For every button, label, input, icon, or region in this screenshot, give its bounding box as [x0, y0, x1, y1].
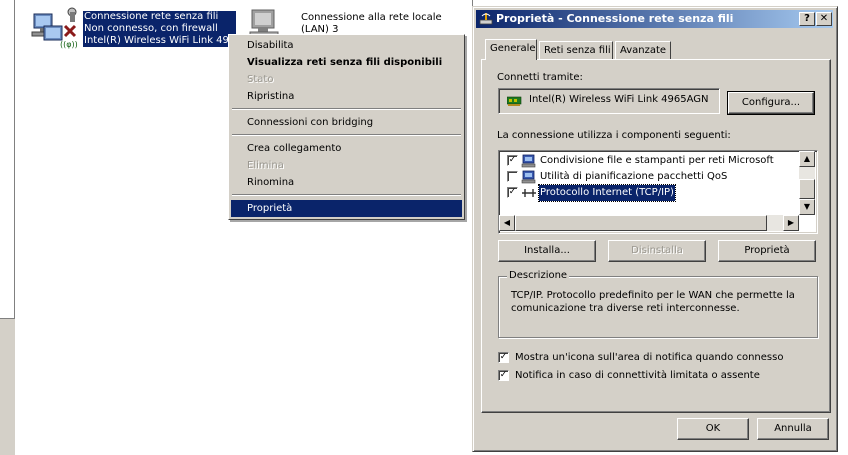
- help-button[interactable]: ?: [799, 12, 815, 26]
- components-label: La connessione utilizza i componenti seg…: [497, 130, 731, 141]
- tab-reti-senza-fili[interactable]: Reti senza fili: [539, 41, 613, 59]
- menu-item-ripristina[interactable]: Ripristina: [231, 88, 462, 105]
- tab-avanzate[interactable]: Avanzate: [615, 41, 671, 59]
- component-label: Protocollo Internet (TCP/IP): [538, 184, 676, 202]
- adapter-field: Intel(R) Wireless WiFi Link 4965AGN: [498, 88, 720, 114]
- dialog-titlebar[interactable]: Proprietà - Connessione rete senza fili …: [476, 10, 833, 28]
- menu-separator: [232, 134, 461, 136]
- description-group: Descrizione TCP/IP. Protocollo predefini…: [498, 270, 818, 338]
- close-icon: ✕: [819, 13, 829, 24]
- description-text: TCP/IP. Protocollo predefinito per le WA…: [511, 290, 795, 314]
- adapter-name: Intel(R) Wireless WiFi Link 4965AGN: [529, 94, 709, 105]
- network-card-icon: [506, 96, 523, 106]
- menu-separator: [232, 108, 461, 110]
- network-client-icon: [521, 154, 537, 168]
- scroll-left-arrow-icon[interactable]: ◀: [499, 215, 515, 231]
- wireless-network-icon[interactable]: ((φ)): [30, 6, 78, 50]
- dialog-title: Proprietà - Connessione rete senza fili: [496, 12, 734, 25]
- component-checkbox[interactable]: ✓: [507, 155, 518, 166]
- component-label: Utilità di pianificazione pacchetti QoS: [540, 171, 728, 182]
- notify-label: Notifica in caso di connettività limitat…: [515, 370, 760, 381]
- scroll-right-arrow-icon[interactable]: ▶: [783, 215, 799, 231]
- install-button[interactable]: Installa...: [498, 240, 596, 262]
- explorer-pane-border-bottom: [0, 318, 15, 319]
- component-properties-button[interactable]: Proprietà: [718, 240, 816, 262]
- vertical-scroll-thumb[interactable]: [799, 179, 815, 199]
- notify-checkbox[interactable]: ✓: [498, 370, 509, 381]
- show-icon-label: Mostra un'icona sull'area di notifica qu…: [515, 352, 784, 363]
- menu-item-stato: Stato: [247, 74, 274, 85]
- cancel-button[interactable]: Annulla: [757, 418, 829, 440]
- network-service-icon: [521, 170, 537, 184]
- wireless-connection-item[interactable]: Connessione rete senza fili Non connesso…: [83, 11, 237, 47]
- connect-using-label: Connetti tramite:: [497, 72, 583, 83]
- connection-status: Non connesso, con firewall: [84, 23, 218, 34]
- lan-connection-name: Connessione alla rete locale: [301, 12, 442, 23]
- components-list[interactable]: ✓ Condivisione file e stampanti per reti…: [498, 150, 818, 234]
- menu-item-view-wireless-networks[interactable]: Visualizza reti senza fili disponibili: [231, 54, 462, 71]
- network-protocol-icon: [521, 186, 537, 200]
- scroll-up-arrow-icon[interactable]: ▲: [799, 151, 815, 167]
- component-checkbox[interactable]: [507, 171, 518, 182]
- lan-connection-item[interactable]: Connessione alla rete locale (LAN) 3: [301, 12, 442, 36]
- explorer-pane-bottom: [0, 318, 15, 455]
- menu-item-bridging[interactable]: Connessioni con bridging: [231, 114, 462, 131]
- horizontal-scroll-thumb[interactable]: [515, 215, 767, 231]
- scroll-down-arrow-icon[interactable]: ▼: [799, 199, 815, 215]
- uninstall-button: Disinstalla: [608, 240, 706, 262]
- context-menu: Disabilita Visualizza reti senza fili di…: [228, 34, 465, 220]
- menu-separator: [232, 194, 461, 196]
- properties-dialog: Proprietà - Connessione rete senza fili …: [472, 6, 838, 452]
- menu-item-rinomina[interactable]: Rinomina: [231, 174, 462, 191]
- ok-button[interactable]: OK: [677, 418, 749, 440]
- show-icon-checkbox[interactable]: ✓: [498, 352, 509, 363]
- tab-generale[interactable]: Generale: [485, 39, 537, 60]
- close-button[interactable]: ✕: [816, 12, 832, 26]
- menu-item-crea-collegamento[interactable]: Crea collegamento: [231, 140, 462, 157]
- connection-device: Intel(R) Wireless WiFi Link 496: [84, 35, 236, 46]
- explorer-pane-border: [14, 0, 15, 320]
- connection-name: Connessione rete senza fili: [84, 11, 219, 22]
- menu-item-proprieta[interactable]: Proprietà: [231, 200, 462, 217]
- configure-button[interactable]: Configura...: [727, 91, 815, 115]
- tab-panel-generale: Connetti tramite: Intel(R) Wireless WiFi…: [481, 59, 831, 413]
- network-connection-icon: [479, 12, 493, 26]
- description-legend: Descrizione: [507, 270, 570, 281]
- component-label: Condivisione file e stampanti per reti M…: [540, 155, 774, 166]
- menu-item-elimina: Elimina: [247, 160, 284, 171]
- component-checkbox[interactable]: ✓: [507, 187, 518, 198]
- svg-text:((φ)): ((φ)): [60, 40, 78, 49]
- menu-item-disabilita[interactable]: Disabilita: [231, 37, 462, 54]
